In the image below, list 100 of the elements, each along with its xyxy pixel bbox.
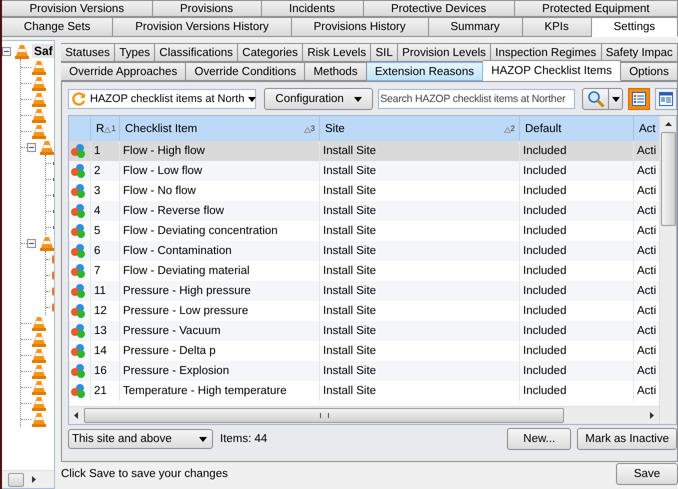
table-cell: Included — [520, 241, 634, 261]
collapse-icon[interactable] — [2, 46, 11, 56]
cone-icon — [32, 76, 46, 90]
molecule-icon — [70, 223, 86, 239]
cone-icon — [32, 364, 46, 378]
molecule-icon — [70, 243, 86, 259]
scroll-right-icon[interactable] — [32, 476, 36, 483]
scroll-left-icon[interactable] — [74, 412, 78, 419]
node-icon — [52, 302, 54, 312]
list-view-button[interactable] — [628, 88, 650, 110]
cone-icon — [32, 332, 46, 346]
search-icon — [586, 90, 605, 108]
cone-icon — [32, 380, 46, 394]
tree-item[interactable]: Saf — [32, 44, 54, 58]
search-field[interactable]: Search HAZOP checklist items at Norther — [378, 89, 575, 109]
vertical-scrollbar[interactable] — [659, 116, 676, 424]
tab[interactable]: Incidents — [262, 0, 364, 17]
collapse-icon[interactable] — [27, 238, 36, 248]
tab[interactable]: Options — [621, 62, 678, 81]
view-dropdown[interactable]: HAZOP checklist items at North — [68, 89, 256, 109]
collapse-icon[interactable] — [27, 142, 36, 152]
table-row[interactable]: 2 Flow - Low flow Install Site Included Acti — [69, 161, 659, 181]
table-row[interactable]: 4 Flow - Reverse flow Install Site Included Acti — [69, 201, 659, 221]
new-button[interactable]: New... — [507, 428, 572, 450]
tab[interactable]: SIL — [371, 43, 398, 62]
sort-icon — [104, 127, 112, 133]
tab[interactable]: Protected Equipment — [514, 0, 678, 17]
tab[interactable]: Override Approaches — [61, 62, 186, 81]
detail-view-button[interactable] — [655, 88, 678, 110]
tab[interactable]: Statuses — [61, 43, 116, 62]
cone-icon — [32, 60, 46, 74]
molecule-icon — [70, 383, 86, 399]
table-cell: Included — [520, 161, 634, 181]
molecule-icon — [70, 283, 86, 299]
caret-icon — [248, 96, 256, 102]
molecule-icon — [70, 183, 86, 199]
search-button[interactable] — [582, 88, 610, 110]
tab[interactable]: HAZOP Checklist Items — [483, 60, 622, 81]
horizontal-scrollbar[interactable] — [2, 470, 54, 488]
tab[interactable]: Extension Reasons — [366, 62, 484, 81]
table-cell: Included — [520, 281, 634, 301]
search-options-button[interactable] — [609, 88, 624, 110]
tab[interactable]: Provisions History — [292, 17, 429, 37]
tab[interactable]: Safety Impac — [602, 43, 678, 62]
sort-icon — [304, 127, 311, 133]
table-cell: 11 — [91, 281, 120, 301]
sort-icon — [504, 127, 511, 133]
table-cell: 2 — [91, 161, 120, 181]
tab[interactable]: Methods — [305, 62, 367, 81]
molecule-icon — [70, 343, 86, 359]
node-icon — [52, 286, 54, 296]
save-button[interactable]: Save — [616, 463, 678, 485]
table-cell: Pressure - Vacuum — [120, 321, 320, 341]
table-cell: Pressure - Explosion — [120, 361, 320, 381]
tab[interactable]: Settings — [592, 17, 678, 37]
scope-dropdown[interactable]: This site and above — [68, 429, 213, 449]
cone-icon — [32, 92, 46, 106]
table-cell: Pressure - High pressure — [120, 281, 320, 301]
table-cell: Flow - Reverse flow — [120, 201, 320, 221]
node-icon — [52, 254, 54, 264]
tab[interactable]: KPIs — [522, 17, 592, 37]
table-row[interactable]: 1 Flow - High flow Install Site Included Acti — [69, 141, 659, 161]
molecule-icon — [70, 143, 86, 159]
tab[interactable]: Protective Devices — [364, 0, 515, 17]
configuration-button[interactable]: Configuration — [264, 88, 374, 110]
tab[interactable]: Provision Versions — [2, 0, 153, 17]
table-cell: Install Site — [320, 281, 520, 301]
tab[interactable]: Types — [115, 43, 156, 62]
molecule-icon — [70, 303, 86, 319]
horizontal-scrollbar[interactable] — [69, 406, 659, 424]
node-icon — [52, 270, 54, 280]
tab[interactable]: Provision Versions History — [113, 17, 292, 37]
scroll-right-icon[interactable] — [650, 412, 654, 419]
cone-icon — [32, 412, 46, 426]
cone-icon — [32, 316, 46, 330]
tab[interactable]: Categories — [238, 43, 304, 62]
scroll-up-icon[interactable] — [664, 122, 672, 126]
table-row[interactable]: 16 Pressure - Explosion Install Site Included Acti — [69, 361, 659, 381]
table-cell: Flow - Contamination — [120, 241, 320, 261]
list-icon — [632, 92, 646, 106]
table-cell: Flow - Low flow — [120, 161, 320, 181]
tab[interactable]: Risk Levels — [303, 43, 372, 62]
table-row[interactable]: 6 Flow - Contamination Install Site Included Acti — [69, 241, 659, 261]
table-cell: Install Site — [320, 321, 520, 341]
tab[interactable]: Provisions — [152, 0, 262, 17]
tab[interactable]: Change Sets — [2, 17, 114, 37]
table-cell: Install Site — [320, 241, 520, 261]
form-icon — [659, 92, 674, 106]
tab[interactable]: Override Conditions — [186, 62, 306, 81]
table-cell: Install Site — [320, 361, 520, 381]
tab[interactable]: Classifications — [155, 43, 238, 62]
table-cell: Install Site — [320, 381, 520, 401]
table-cell: 6 — [91, 241, 120, 261]
tab[interactable]: Provision Levels — [398, 43, 492, 62]
molecule-icon — [70, 263, 86, 279]
tab[interactable]: Summary — [428, 17, 523, 37]
table-cell: 4 — [91, 201, 120, 221]
table-row[interactable]: 11 Pressure - High pressure Install Site Included Acti — [69, 281, 659, 301]
cone-icon — [32, 108, 46, 122]
table-row[interactable]: 13 Pressure - Vacuum Install Site Included Acti — [69, 321, 659, 341]
